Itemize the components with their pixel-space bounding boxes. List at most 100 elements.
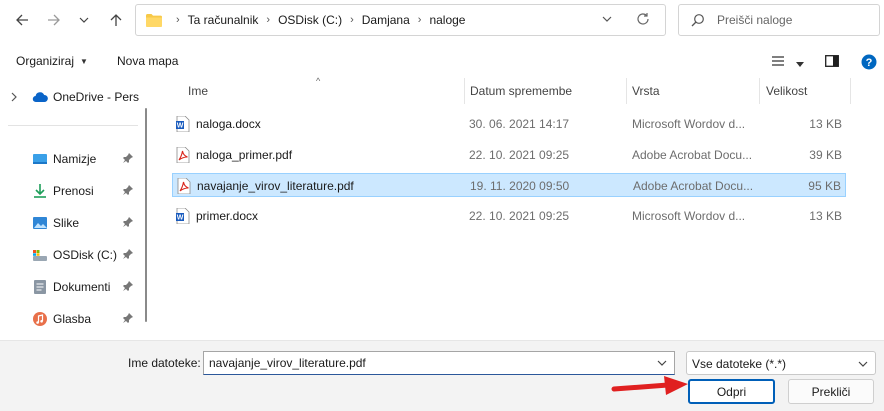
column-header-date[interactable]: Datum spremembe (470, 78, 572, 104)
nav-item-label: Slike (53, 216, 80, 230)
bottom-panel: Ime datoteke: Vse datoteke (*.*) Odpri P… (0, 340, 884, 411)
folder-icon (146, 13, 162, 27)
help-icon: ? (861, 54, 877, 70)
column-divider[interactable] (850, 78, 851, 104)
nav-item-downloads[interactable]: Prenosi (0, 179, 140, 203)
organize-button[interactable]: Organiziraj ▼ (16, 54, 88, 68)
pdf-icon (177, 178, 191, 194)
download-icon (34, 184, 46, 198)
file-type: Adobe Acrobat Docu... (632, 148, 753, 162)
nav-item-label: OSDisk (C:) (53, 248, 117, 262)
help-button[interactable]: ? (861, 54, 877, 73)
file-date: 22. 10. 2021 09:25 (469, 148, 570, 162)
chevron-down-icon[interactable] (656, 357, 668, 369)
column-header-label: Datum spremembe (470, 84, 573, 98)
recent-locations-button[interactable] (72, 8, 96, 32)
chevron-down-icon (79, 17, 89, 23)
svg-text:W: W (177, 215, 184, 222)
file-row-selected[interactable]: navajanje_virov_literature.pdf 19. 11. 2… (172, 173, 846, 197)
address-dropdown-button[interactable] (601, 13, 613, 28)
file-row[interactable]: W primer.docx 22. 10. 2021 09:25 Microso… (172, 204, 846, 228)
nav-item-osdisk[interactable]: OSDisk (C:) (0, 243, 140, 267)
arrow-right-icon (48, 14, 60, 26)
file-date: 22. 10. 2021 09:25 (469, 209, 570, 223)
nav-item-label: Namizje (53, 152, 97, 166)
nav-scrollbar[interactable] (145, 108, 147, 322)
nav-item-label: Dokumenti (53, 280, 111, 294)
address-bar[interactable]: › Ta računalnik › OSDisk (C:) › Damjana … (135, 4, 666, 36)
column-header-label: Velikost (766, 84, 808, 98)
file-size: 13 KB (809, 209, 842, 223)
pin-icon (123, 217, 133, 227)
preview-pane-button[interactable] (825, 54, 839, 71)
breadcrumb-item[interactable]: Damjana (362, 13, 410, 27)
organize-label: Organiziraj (16, 54, 75, 68)
address-row: › Ta računalnik › OSDisk (C:) › Damjana … (0, 0, 884, 42)
nav-item-desktop[interactable]: Namizje (0, 147, 140, 171)
file-name: primer.docx (196, 209, 259, 223)
search-icon (691, 14, 704, 27)
file-type: Microsoft Wordov d... (632, 209, 746, 223)
file-type: Adobe Acrobat Docu... (633, 179, 754, 193)
nav-item-pictures[interactable]: Slike (0, 211, 140, 235)
column-header-type[interactable]: Vrsta (632, 78, 660, 104)
column-header-size[interactable]: Velikost (766, 78, 807, 104)
column-divider[interactable] (626, 78, 627, 104)
filename-input[interactable] (209, 355, 649, 371)
red-arrow-annotation (611, 376, 688, 395)
file-size: 13 KB (809, 117, 842, 131)
file-type: Microsoft Wordov d... (632, 117, 746, 131)
caret-down-icon: ▼ (80, 56, 88, 66)
pin-icon (123, 153, 133, 163)
filename-combobox[interactable] (203, 351, 675, 375)
nav-item-music[interactable]: Glasba (0, 307, 140, 331)
toolbar: Organiziraj ▼ Nova mapa ? (0, 46, 884, 78)
search-box[interactable] (678, 4, 880, 36)
svg-text:?: ? (866, 57, 873, 69)
word-doc-icon: W (176, 116, 190, 132)
search-input[interactable] (717, 11, 867, 29)
nav-item-onedrive[interactable]: OneDrive - Pers (0, 85, 140, 109)
file-list: ^ Ime Datum spremembe Vrsta Velikost W n… (154, 76, 884, 340)
breadcrumb-item[interactable]: naloge (429, 13, 465, 27)
up-button[interactable] (104, 8, 128, 32)
new-folder-button[interactable]: Nova mapa (117, 54, 178, 68)
pin-icon (123, 281, 133, 291)
file-date: 19. 11. 2020 09:50 (470, 179, 570, 193)
nav-item-documents[interactable]: Dokumenti (0, 275, 140, 299)
pin-icon (123, 313, 133, 323)
desktop-icon (33, 154, 47, 164)
file-size: 95 KB (808, 179, 841, 193)
nav-item-label: OneDrive - Pers (53, 90, 140, 104)
column-divider[interactable] (759, 78, 760, 104)
nav-item-label: Glasba (53, 312, 92, 326)
preview-pane-icon (825, 55, 839, 67)
chevron-right-icon: › (417, 14, 422, 26)
view-options-button[interactable] (771, 54, 787, 71)
file-row[interactable]: W naloga.docx 30. 06. 2021 14:17 Microso… (172, 112, 846, 136)
forward-button[interactable] (42, 8, 66, 32)
file-name: naloga.docx (196, 117, 261, 131)
column-divider[interactable] (464, 78, 465, 104)
svg-text:W: W (177, 123, 184, 130)
column-header-name[interactable]: Ime (188, 78, 208, 104)
breadcrumb-item[interactable]: Ta računalnik (188, 13, 259, 27)
view-dropdown-button[interactable] (796, 57, 804, 71)
filename-label: Ime datoteke: (128, 356, 201, 370)
view-list-icon (772, 56, 784, 66)
nav-divider (8, 125, 138, 126)
refresh-button[interactable] (636, 12, 650, 29)
back-button[interactable] (10, 8, 34, 32)
breadcrumb: › Ta računalnik › OSDisk (C:) › Damjana … (146, 5, 465, 35)
pdf-icon (176, 147, 190, 163)
file-name: naloga_primer.pdf (196, 148, 293, 162)
music-icon (33, 312, 47, 326)
file-name: navajanje_virov_literature.pdf (197, 179, 354, 193)
cloud-icon (32, 92, 48, 103)
open-button[interactable]: Odpri (688, 379, 775, 404)
breadcrumb-item[interactable]: OSDisk (C:) (278, 13, 342, 27)
cancel-button[interactable]: Prekliči (788, 379, 874, 404)
file-row[interactable]: naloga_primer.pdf 22. 10. 2021 09:25 Ado… (172, 143, 846, 167)
filetype-select[interactable]: Vse datoteke (*.*) (686, 351, 876, 375)
arrow-up-icon (110, 14, 122, 26)
